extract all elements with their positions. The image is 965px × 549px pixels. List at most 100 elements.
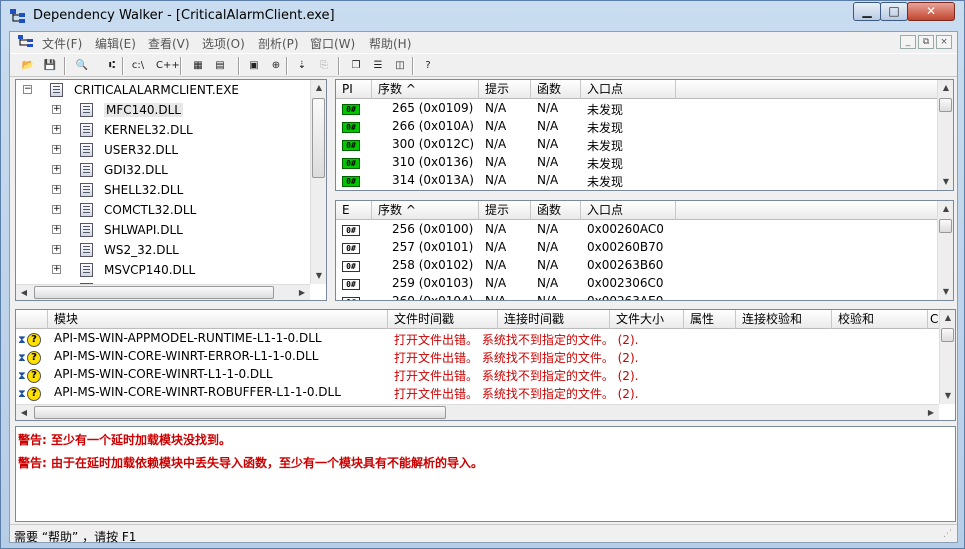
- menu-options[interactable]: 选项(O): [202, 35, 245, 52]
- scroll-left-icon[interactable]: ◀: [16, 405, 32, 420]
- chart-icon[interactable]: ▦: [188, 56, 208, 76]
- maximize-button[interactable]: □: [880, 2, 908, 21]
- expand-icon[interactable]: +: [52, 105, 61, 114]
- menu-file[interactable]: 文件(F): [42, 35, 82, 52]
- tile-vertical-icon[interactable]: ◫: [390, 56, 410, 76]
- modules-vscroll-thumb[interactable]: [941, 328, 954, 342]
- expand-icon[interactable]: +: [52, 165, 61, 174]
- tree-icon[interactable]: ⑆: [102, 56, 122, 76]
- module-row[interactable]: ⧗? API-MS-WIN-CORE-WINRT-ERROR-L1-1-0.DLL…: [16, 348, 938, 366]
- col-hint[interactable]: 提示: [479, 201, 531, 220]
- modules-vertical-scrollbar[interactable]: ▲ ▼: [939, 310, 955, 404]
- mdi-restore-button[interactable]: ⧉: [918, 35, 934, 49]
- full-paths-icon[interactable]: c:\: [128, 56, 148, 76]
- cascade-icon[interactable]: ❐: [346, 56, 366, 76]
- tree-root-item[interactable]: − CRITICALALARMCLIENT.EXE: [16, 80, 312, 100]
- function-row[interactable]: 0# 314 (0x013A) N/A N/A 未发现: [336, 172, 936, 190]
- expand-icon[interactable]: +: [52, 265, 61, 274]
- scroll-up-icon[interactable]: ▲: [311, 80, 326, 96]
- col-icon[interactable]: [16, 310, 48, 329]
- scroll-up-icon[interactable]: ▲: [938, 80, 953, 96]
- module-row[interactable]: ⧗? API-MS-WIN-APPMODEL-RUNTIME-L1-1-0.DLL…: [16, 330, 938, 348]
- help-icon[interactable]: ?: [418, 56, 438, 76]
- tree-item[interactable]: + WS2_32.DLL: [16, 240, 312, 260]
- function-row[interactable]: 0# 256 (0x0100) N/A N/A 0x00260AC0: [336, 221, 936, 239]
- close-button[interactable]: ✕: [907, 2, 955, 21]
- find-module-icon[interactable]: ⊕: [266, 56, 286, 76]
- modules-horizontal-scrollbar[interactable]: ◀ ▶: [16, 404, 939, 420]
- col-file-size[interactable]: 文件大小: [610, 310, 684, 329]
- undecorate-cpp-icon[interactable]: C++: [156, 56, 180, 76]
- modules-hscroll-thumb[interactable]: [34, 406, 446, 419]
- tree-item[interactable]: + KERNEL32.DLL: [16, 120, 312, 140]
- imports-vertical-scrollbar[interactable]: ▲ ▼: [937, 80, 953, 190]
- tree-item[interactable]: + SHELL32.DLL: [16, 180, 312, 200]
- menu-help[interactable]: 帮助(H): [369, 35, 411, 52]
- exports-vscroll-thumb[interactable]: [939, 219, 952, 233]
- col-entry-point[interactable]: 入口点: [581, 80, 676, 99]
- function-row[interactable]: 0# 266 (0x010A) N/A N/A 未发现: [336, 118, 936, 136]
- tree-item[interactable]: + COMCTL32.DLL: [16, 200, 312, 220]
- tree-item[interactable]: + GDI32.DLL: [16, 160, 312, 180]
- minimize-button[interactable]: ▁: [853, 2, 881, 21]
- tree-vscroll-thumb[interactable]: [312, 98, 325, 178]
- open-folder-icon[interactable]: 📂: [18, 56, 38, 76]
- find-icon[interactable]: 🔍: [72, 56, 92, 76]
- expand-icon[interactable]: +: [52, 205, 61, 214]
- scroll-down-icon[interactable]: ▼: [311, 268, 326, 284]
- exports-vertical-scrollbar[interactable]: ▲ ▼: [937, 201, 953, 300]
- tree-hscroll-thumb[interactable]: [34, 286, 274, 299]
- col-module[interactable]: 模块: [48, 310, 388, 329]
- collapse-icon[interactable]: −: [23, 85, 32, 94]
- document-tree-icon[interactable]: [18, 35, 34, 48]
- tile-horizontal-icon[interactable]: ☰: [368, 56, 388, 76]
- mdi-close-button[interactable]: ×: [936, 35, 952, 49]
- scroll-up-icon[interactable]: ▲: [938, 201, 953, 217]
- col-file-timestamp[interactable]: 文件时间戳: [388, 310, 498, 329]
- module-row[interactable]: ⧗? API-MS-WIN-CORE-WINRT-L1-1-0.DLL 打开文件出错…: [16, 366, 938, 384]
- expand-icon[interactable]: +: [52, 125, 61, 134]
- scroll-down-icon[interactable]: ▼: [940, 388, 955, 404]
- col-e[interactable]: E: [336, 201, 372, 220]
- tree-horizontal-scrollbar[interactable]: ◀ ▶: [16, 284, 310, 300]
- col-hint[interactable]: 提示: [479, 80, 531, 99]
- expand-icon[interactable]: +: [52, 185, 61, 194]
- module-list-icon[interactable]: ▣: [244, 56, 264, 76]
- sort-icon[interactable]: ⇣: [292, 56, 312, 76]
- menu-profile[interactable]: 剖析(P): [258, 35, 299, 52]
- function-row[interactable]: 0# 310 (0x0136) N/A N/A 未发现: [336, 154, 936, 172]
- function-row[interactable]: 0# 259 (0x0103) N/A N/A 0x002306C0: [336, 275, 936, 293]
- resize-grip-icon[interactable]: ⋰: [943, 529, 955, 541]
- tree-item[interactable]: + USER32.DLL: [16, 140, 312, 160]
- col-entry-point[interactable]: 入口点: [581, 201, 676, 220]
- title-bar[interactable]: Dependency Walker - [CriticalAlarmClient…: [1, 1, 964, 31]
- col-function[interactable]: 函数: [531, 80, 581, 99]
- col-ordinal[interactable]: 序数 ^: [372, 80, 479, 99]
- col-link-checksum[interactable]: 连接校验和: [736, 310, 832, 329]
- mdi-minimize-button[interactable]: _: [900, 35, 916, 49]
- tree-item[interactable]: + MFC140.DLL: [16, 100, 312, 120]
- imports-vscroll-thumb[interactable]: [939, 98, 952, 112]
- copy-icon[interactable]: ⎘: [314, 56, 334, 76]
- function-row[interactable]: 0# 258 (0x0102) N/A N/A 0x00263B60: [336, 257, 936, 275]
- col-attributes[interactable]: 属性: [684, 310, 736, 329]
- col-function[interactable]: 函数: [531, 201, 581, 220]
- tree-item[interactable]: + MSVCP140.DLL: [16, 260, 312, 280]
- function-row[interactable]: 0# 257 (0x0101) N/A N/A 0x00260B70: [336, 239, 936, 257]
- menu-edit[interactable]: 编辑(E): [95, 35, 136, 52]
- col-link-timestamp[interactable]: 连接时间戳: [498, 310, 610, 329]
- scroll-right-icon[interactable]: ▶: [923, 405, 939, 420]
- expand-icon[interactable]: +: [52, 225, 61, 234]
- menu-window[interactable]: 窗口(W): [310, 35, 355, 52]
- module-row[interactable]: ⧗? API-MS-WIN-CORE-WINRT-ROBUFFER-L1-1-0.…: [16, 384, 938, 402]
- scroll-left-icon[interactable]: ◀: [16, 285, 32, 300]
- expand-icon[interactable]: +: [52, 145, 61, 154]
- expand-icon[interactable]: +: [52, 245, 61, 254]
- menu-view[interactable]: 查看(V): [148, 35, 190, 52]
- scroll-down-icon[interactable]: ▼: [938, 284, 953, 300]
- function-row[interactable]: 0# 260 (0x0104) N/A N/A 0x00263AE0: [336, 293, 936, 300]
- col-checksum[interactable]: 校验和: [832, 310, 928, 329]
- tree-item[interactable]: + SHLWAPI.DLL: [16, 220, 312, 240]
- save-icon[interactable]: 💾: [40, 56, 60, 76]
- scroll-right-icon[interactable]: ▶: [294, 285, 310, 300]
